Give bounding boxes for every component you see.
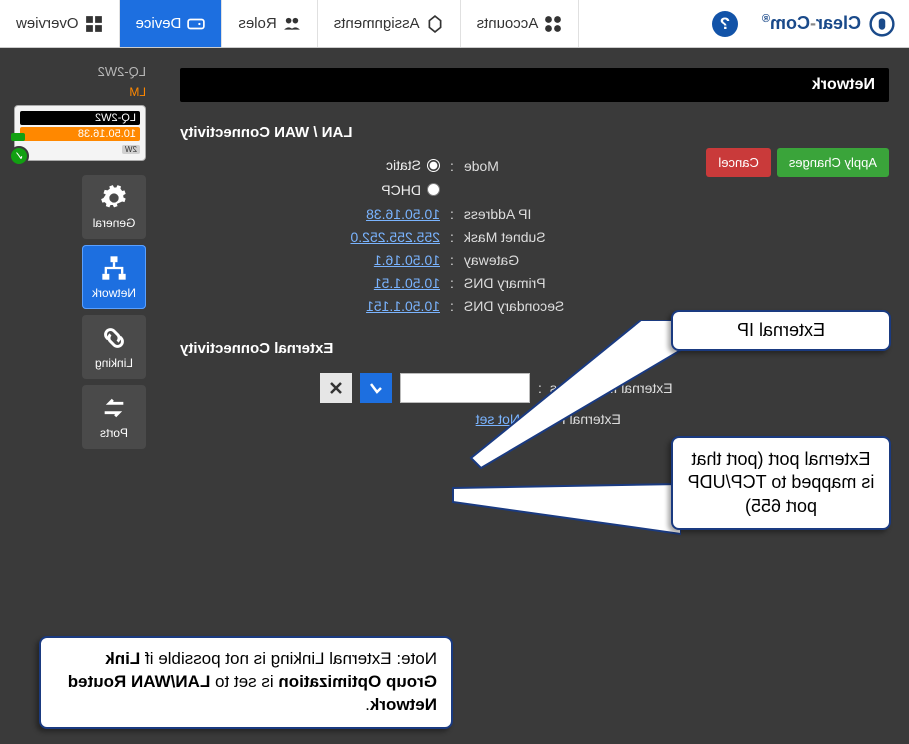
network-icon (100, 254, 128, 282)
cancel-button[interactable]: Cancel (706, 148, 770, 177)
panel-title: Network (180, 68, 889, 102)
callout-note: Note: External Linking is not possible i… (39, 636, 453, 729)
device-card-name: LQ-2W2 (20, 111, 140, 125)
help-icon: ? (712, 11, 738, 37)
device-tag: LQ-2W2 (14, 64, 146, 79)
tile-linking[interactable]: Linking (82, 315, 146, 379)
ip-value[interactable]: 10.50.16.38 (330, 206, 440, 222)
nav-assignments[interactable]: Assignments (318, 0, 461, 47)
radio-dhcp[interactable]: DHCP (381, 182, 440, 198)
device-card-ip: 10.50.16.38 (20, 127, 140, 141)
accounts-icon (544, 15, 562, 33)
device-card-chip: 2W (122, 145, 140, 154)
row-mode-dhcp: DHCP (180, 182, 889, 200)
apply-button[interactable]: Apply Changes (777, 148, 889, 177)
nav-accounts-label: Accounts (477, 15, 539, 32)
callout-ext-ip: External IP (671, 310, 891, 351)
subnet-value[interactable]: 255.255.252.0 (330, 229, 440, 245)
tile-ports-label: Ports (100, 426, 128, 440)
help-button[interactable]: ? (702, 0, 748, 47)
side-tiles: General Network Linking Ports (14, 175, 146, 449)
roles-icon (283, 15, 301, 33)
lm-label: LM (14, 85, 146, 99)
ports-icon (100, 394, 128, 422)
nav-overview[interactable]: Overview (0, 0, 120, 47)
link-icon (100, 324, 128, 352)
top-nav: Accounts Assignments Roles Device Overvi… (0, 0, 579, 47)
nav-device-label: Device (136, 15, 182, 32)
row-pri-dns: Primary DNS: 10.50.1.51 (180, 275, 889, 291)
tile-network[interactable]: Network (82, 245, 146, 309)
tile-ports[interactable]: Ports (82, 385, 146, 449)
pointer-ext-ip (451, 320, 681, 480)
overview-icon (85, 15, 103, 33)
mode-label: Mode (464, 158, 499, 174)
nav-accounts[interactable]: Accounts (461, 0, 580, 47)
device-icon (187, 15, 205, 33)
nav-roles-label: Roles (238, 15, 276, 32)
nav-overview-label: Overview (16, 15, 79, 32)
nav-roles[interactable]: Roles (222, 0, 317, 47)
tile-linking-label: Linking (95, 356, 133, 370)
nav-device[interactable]: Device (120, 0, 223, 47)
gateway-value[interactable]: 10.50.16.1 (330, 252, 440, 268)
sec-dns-value[interactable]: 10.50.1.151 (330, 298, 440, 314)
status-ok-icon: ✓ (9, 146, 29, 166)
row-ip: IP Address: 10.50.16.38 (180, 206, 889, 222)
ext-ip-cancel-button[interactable] (320, 373, 352, 403)
action-buttons: Apply Changes Cancel (706, 148, 889, 177)
gear-icon (100, 184, 128, 212)
tile-general[interactable]: General (82, 175, 146, 239)
callout-ext-port: External port (port that is mapped to TC… (671, 436, 891, 530)
brand-logo: Clear-Com® (748, 0, 909, 47)
brand-icon (869, 11, 895, 37)
x-icon (329, 381, 343, 395)
device-card[interactable]: LQ-2W2 10.50.16.38 2W ✓ (14, 105, 146, 161)
lan-wan-title: LAN / WAN Connectivity (180, 124, 889, 141)
tile-network-label: Network (92, 286, 136, 300)
device-plug-icon (11, 133, 25, 141)
row-gateway: Gateway: 10.50.16.1 (180, 252, 889, 268)
brand-text: Clear-Com® (762, 13, 861, 34)
radio-static[interactable]: Static (386, 157, 440, 173)
pointer-ext-port (441, 474, 681, 554)
check-icon (368, 380, 384, 396)
assignments-icon (426, 15, 444, 33)
pri-dns-value[interactable]: 10.50.1.51 (330, 275, 440, 291)
topbar: Clear-Com® ? Accounts Assignments Roles … (0, 0, 909, 48)
nav-assignments-label: Assignments (334, 15, 420, 32)
ext-ip-confirm-button[interactable] (360, 373, 392, 403)
row-subnet: Subnet Mask: 255.255.252.0 (180, 229, 889, 245)
tile-general-label: General (93, 216, 136, 230)
